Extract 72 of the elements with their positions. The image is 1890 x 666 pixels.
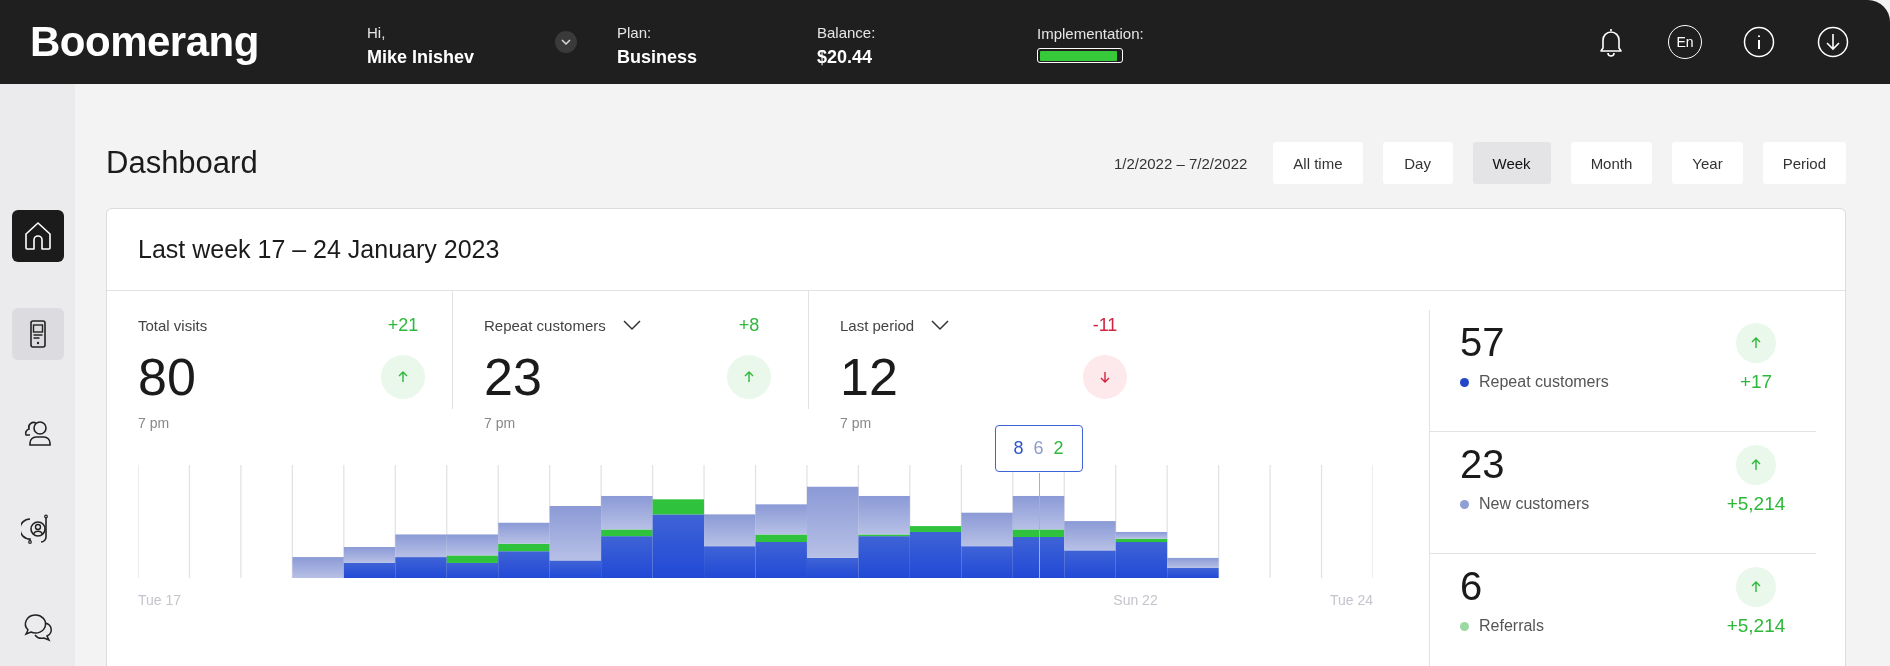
summary-change: +17	[1738, 371, 1774, 393]
summary-change: +5,214	[1726, 615, 1786, 637]
axis-label: Sun 22	[1113, 592, 1158, 608]
info-icon	[1743, 26, 1775, 58]
axis-label: Tue 17	[138, 592, 182, 608]
download-button[interactable]	[1816, 25, 1850, 59]
card-title: Last week 17 – 24 January 2023	[107, 209, 1845, 291]
new-customers-bar	[446, 534, 499, 556]
stat-label: Total visits	[138, 316, 208, 334]
summary-value: 23	[1460, 442, 1506, 487]
referrals-bar	[1012, 529, 1065, 537]
referrals-bar	[446, 555, 499, 563]
info-button[interactable]	[1742, 25, 1776, 59]
dropdown-toggle[interactable]	[930, 319, 951, 332]
stat-label: Last period	[840, 316, 915, 334]
referrals-bar	[498, 543, 550, 552]
stat-change: +21	[386, 314, 420, 336]
new-customers-bar	[1167, 557, 1219, 568]
sidebar-nav-button[interactable]	[11, 210, 64, 262]
referrals-bar	[601, 529, 653, 537]
stat-time: 7 pm	[840, 415, 873, 431]
stat-value: 80	[138, 347, 197, 408]
balance-label: Balance:	[817, 24, 877, 41]
plan-label: Plan:	[617, 24, 653, 41]
period-tab[interactable]: Week	[1472, 142, 1551, 184]
plan-value: Business	[617, 47, 699, 68]
summary-change: +5,214	[1726, 493, 1786, 515]
tooltip-value: 2	[1053, 438, 1064, 459]
stat-time: 7 pm	[484, 415, 517, 431]
chevron-down-icon	[930, 319, 951, 332]
download-icon	[1817, 26, 1849, 58]
chevron-down-icon	[560, 38, 572, 46]
greeting: Hi,	[367, 24, 387, 41]
logo[interactable]: Boomerang	[30, 18, 295, 66]
stat-time: 7 pm	[138, 415, 171, 431]
new-customers-bar	[1012, 495, 1065, 530]
stat-change: -11	[1091, 314, 1119, 336]
referrals-bar	[652, 499, 705, 515]
user-name: Mike Inishev	[367, 47, 476, 68]
period-tab[interactable]: All time	[1273, 142, 1363, 184]
period-tab[interactable]: Year	[1672, 142, 1743, 184]
tooltip-value: 6	[1033, 438, 1044, 459]
period-tab[interactable]: Month	[1570, 142, 1653, 184]
new-customers-bar	[704, 514, 756, 547]
axis-label: Tue 24	[1329, 592, 1373, 608]
summary-value: 6	[1460, 564, 1484, 609]
chevron-down-icon	[621, 319, 642, 332]
page-title: Dashboard	[106, 145, 259, 181]
dropdown-toggle[interactable]	[621, 319, 642, 332]
account-dropdown-button[interactable]	[555, 31, 577, 53]
referrals-bar	[858, 534, 910, 537]
period-tab[interactable]: Day	[1382, 142, 1453, 184]
new-customers-bar	[961, 512, 1013, 547]
bell-icon	[1598, 27, 1624, 57]
summary-label: Referrals	[1479, 617, 1544, 635]
implementation-label: Implementation:	[1037, 25, 1144, 42]
stat-value: 23	[484, 347, 543, 408]
tooltip-value: 8	[1013, 438, 1024, 459]
stat-value: 12	[840, 347, 899, 408]
referrals-bar	[909, 526, 962, 532]
period-tab[interactable]: Period	[1762, 142, 1846, 184]
new-customers-bar	[292, 557, 344, 578]
date-range: 1/2/2022 – 7/2/2022	[1113, 154, 1248, 172]
summary-label: Repeat customers	[1479, 373, 1609, 391]
stat-change: +8	[737, 314, 761, 336]
balance-value: $20.44	[817, 47, 874, 68]
stat-label: Repeat customers	[484, 316, 606, 334]
summary-value: 57	[1460, 320, 1506, 365]
referrals-bar	[755, 534, 807, 542]
repeat-customers-bar	[395, 557, 447, 578]
summary-label: New customers	[1479, 495, 1590, 513]
sidebar-nav-button[interactable]	[11, 308, 64, 360]
